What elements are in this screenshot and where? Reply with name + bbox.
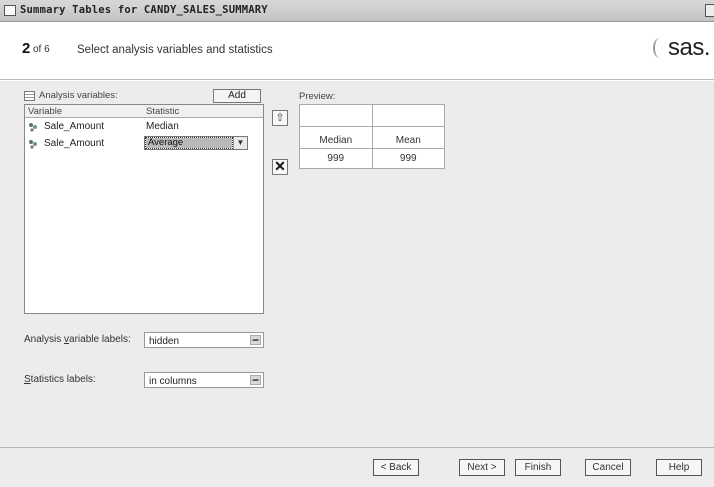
preview-header-mean: Mean: [371, 126, 446, 149]
column-header-statistic: Statistic: [146, 106, 180, 117]
finish-button[interactable]: Finish: [515, 459, 561, 476]
statistic-value: Median: [146, 121, 179, 132]
step-number: 2: [22, 40, 31, 57]
analysis-variable-labels-label: Analysis variable labels:: [24, 334, 131, 345]
analysis-variables-label: Analysis variables:: [39, 90, 118, 101]
arrow-up-icon: ⇧: [275, 112, 285, 124]
close-icon[interactable]: [705, 4, 714, 17]
numeric-variable-icon: [29, 123, 37, 132]
statistic-dropdown-value: Average: [145, 137, 233, 149]
delete-x-icon: ✕: [274, 158, 286, 174]
chevron-down-icon[interactable]: ▼: [233, 137, 247, 149]
wizard-footer: < Back Next > Finish Cancel Help: [0, 447, 714, 487]
chevron-down-icon[interactable]: ▬: [250, 375, 261, 385]
preview-blank-cell: [299, 104, 373, 127]
window-title: Summary Tables for CANDY_SALES_SUMMARY: [20, 4, 268, 16]
analysis-variable-labels-select[interactable]: hidden ▬: [144, 332, 264, 348]
help-button[interactable]: Help: [656, 459, 702, 476]
table-row[interactable]: Sale_Amount Average ▼: [25, 135, 263, 152]
preview-label: Preview:: [299, 91, 336, 102]
analysis-variable-labels-value: hidden: [149, 336, 180, 347]
table-row[interactable]: Sale_Amount Median: [25, 118, 263, 135]
statistics-labels-value: in columns: [149, 376, 197, 387]
delete-button[interactable]: ✕: [272, 159, 288, 175]
move-up-button[interactable]: ⇧: [272, 110, 288, 126]
grid-icon: [24, 91, 35, 101]
variable-name: Sale_Amount: [44, 121, 105, 132]
numeric-variable-icon: [29, 140, 37, 149]
add-button[interactable]: Add: [213, 89, 261, 103]
preview-value: 999: [371, 148, 446, 169]
chevron-down-icon[interactable]: ▬: [250, 335, 261, 345]
variable-name: Sale_Amount: [44, 138, 105, 149]
preview-table: Median Mean 999 999: [299, 104, 446, 169]
sas-logo: sas.: [652, 34, 711, 62]
statistic-dropdown[interactable]: Average ▼: [144, 136, 248, 150]
table-header: Variable Statistic: [25, 105, 263, 118]
window-icon: [4, 5, 16, 16]
statistics-labels-select[interactable]: in columns ▬: [144, 372, 264, 388]
analysis-variables-table[interactable]: Variable Statistic Sale_Amount Median Sa…: [24, 104, 264, 314]
cancel-button[interactable]: Cancel: [585, 459, 631, 476]
statistics-labels-label: Statistics labels:: [24, 374, 96, 385]
sas-logo-text: sas.: [667, 34, 711, 61]
step-title: Select analysis variables and statistics: [77, 44, 273, 56]
preview-blank-cell: [371, 104, 446, 127]
preview-value: 999: [299, 148, 373, 169]
column-header-variable: Variable: [28, 106, 63, 117]
back-button[interactable]: < Back: [373, 459, 419, 476]
wizard-content: Analysis variables: Add Variable Statist…: [0, 81, 714, 447]
next-button[interactable]: Next >: [459, 459, 505, 476]
step-count: of 6: [33, 44, 50, 55]
title-bar: Summary Tables for CANDY_SALES_SUMMARY: [0, 0, 714, 22]
preview-header-median: Median: [299, 126, 373, 149]
wizard-header: 2 of 6 Select analysis variables and sta…: [0, 22, 714, 80]
sas-swirl-icon: [652, 38, 667, 58]
